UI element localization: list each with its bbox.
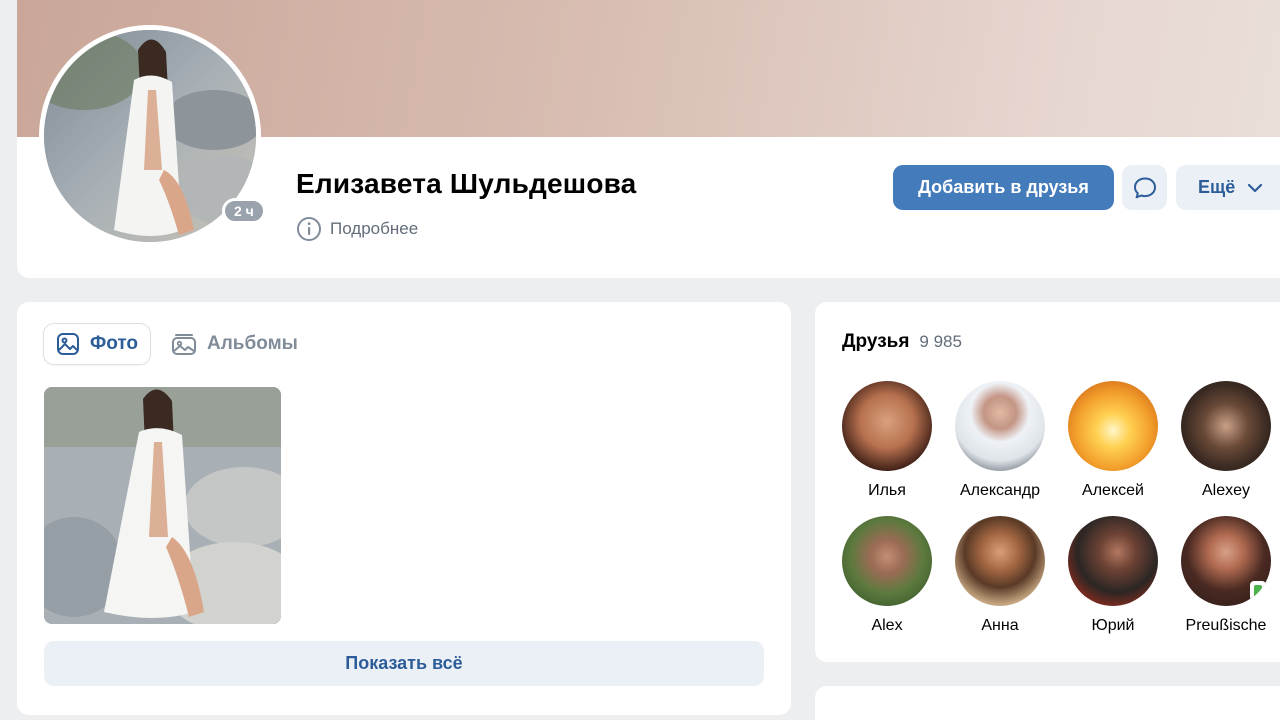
friend-item[interactable]: Александр xyxy=(945,381,1055,500)
friend-item[interactable]: Анна xyxy=(945,516,1055,635)
next-block xyxy=(815,686,1280,720)
more-dropdown-button[interactable]: Ещё xyxy=(1176,165,1280,210)
tab-photos-label: Фото xyxy=(89,333,138,354)
friend-name[interactable]: Илья xyxy=(832,482,942,500)
more-info-label: Подробнее xyxy=(330,219,419,238)
friend-name[interactable]: Preußische xyxy=(1171,617,1280,635)
add-friend-button[interactable]: Добавить в друзья xyxy=(893,165,1114,210)
friend-avatar[interactable] xyxy=(1181,381,1271,471)
friend-avatar[interactable] xyxy=(1068,516,1158,606)
friends-header[interactable]: Друзья 9 985 xyxy=(842,331,962,353)
profile-name: Елизавета Шульдешова xyxy=(296,168,637,199)
albums-icon xyxy=(172,334,196,355)
photos-block: Фото Альбомы Показать всё xyxy=(17,302,791,715)
woman-photo-icon xyxy=(44,387,281,624)
friend-avatar[interactable] xyxy=(842,516,932,606)
friend-item[interactable]: Preußische xyxy=(1171,516,1280,635)
friend-name[interactable]: Юрий xyxy=(1058,617,1168,635)
tab-albums[interactable]: Альбомы xyxy=(159,324,310,364)
friend-name[interactable]: Alexey xyxy=(1171,482,1280,500)
more-label: Ещё xyxy=(1198,177,1236,197)
profile-header: 2 ч Елизавета Шульдешова Подробнее Добав… xyxy=(17,0,1280,278)
friend-avatar[interactable] xyxy=(1068,381,1158,471)
friend-avatar[interactable] xyxy=(842,381,932,471)
friend-name[interactable]: Алексей xyxy=(1058,482,1168,500)
friends-count: 9 985 xyxy=(919,332,962,351)
friend-avatar[interactable] xyxy=(1181,516,1271,606)
friend-name[interactable]: Александр xyxy=(945,482,1055,500)
friends-block: Друзья 9 985 Илья Александр Алексей Alex… xyxy=(815,302,1280,662)
show-all-photos-button[interactable]: Показать всё xyxy=(44,641,764,686)
tab-photos[interactable]: Фото xyxy=(44,324,150,364)
friend-item[interactable]: Alex xyxy=(832,516,942,635)
friend-item[interactable]: Илья xyxy=(832,381,942,500)
friend-name[interactable]: Анна xyxy=(945,617,1055,635)
friend-name[interactable]: Alex xyxy=(832,617,942,635)
message-icon xyxy=(1133,177,1156,198)
friend-item[interactable]: Alexey xyxy=(1171,381,1280,500)
mobile-online-icon xyxy=(1250,581,1266,601)
message-button[interactable] xyxy=(1122,165,1167,210)
friend-avatar[interactable] xyxy=(955,516,1045,606)
friends-title: Друзья xyxy=(842,331,910,352)
friend-item[interactable]: Юрий xyxy=(1058,516,1168,635)
chevron-down-icon xyxy=(1248,183,1263,192)
online-status-badge: 2 ч xyxy=(222,198,266,224)
friend-avatar[interactable] xyxy=(955,381,1045,471)
photo-icon xyxy=(56,333,79,355)
tab-albums-label: Альбомы xyxy=(207,333,298,354)
friend-item[interactable]: Алексей xyxy=(1058,381,1168,500)
info-icon xyxy=(296,216,322,242)
photo-thumbnail[interactable] xyxy=(44,387,281,624)
more-info-link[interactable]: Подробнее xyxy=(296,216,418,242)
